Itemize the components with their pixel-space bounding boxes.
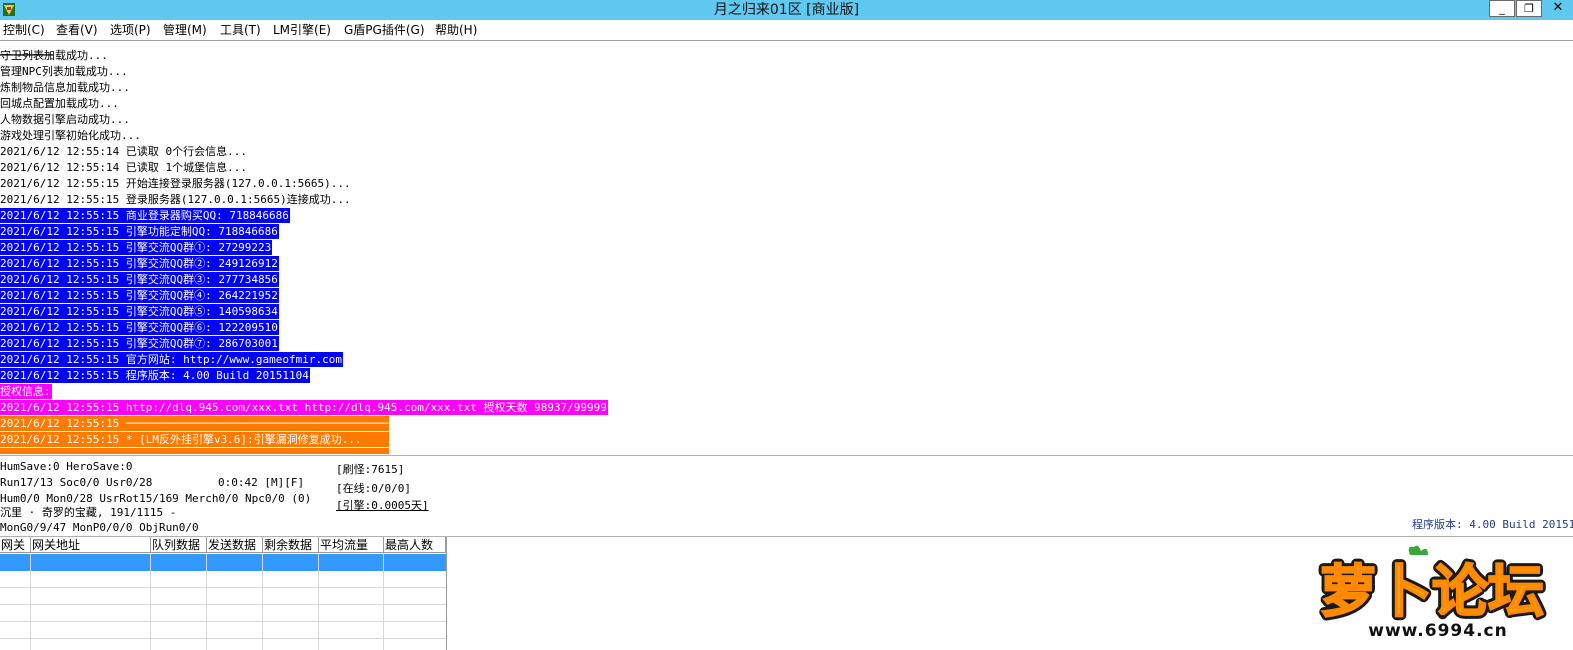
column-header-avg-traffic[interactable]: 平均流量 <box>319 537 384 553</box>
column-divider <box>318 553 319 650</box>
column-header-gateway-address[interactable]: 网关地址 <box>31 537 151 553</box>
status-refresh-monsters: [刷怪:7615] <box>336 463 405 476</box>
status-engine-days: [引擎:0.0005天] <box>336 499 429 512</box>
watermark-site: www.6994.cn <box>1368 621 1508 641</box>
status-mon: MonG0/9/47 MonP0/0/0 ObjRun0/0 <box>0 521 199 534</box>
log-line: 回城点配置加载成功... <box>0 97 119 110</box>
table-row[interactable] <box>0 571 446 588</box>
menu-manage[interactable]: 管理(M) <box>163 20 207 40</box>
column-header-remaining-data[interactable]: 剩余数据 <box>263 537 319 553</box>
version-label: 程序版本: 4.00 Build 20151 <box>1412 518 1573 531</box>
log-line-highlighted: 2021/6/12 12:55:15 引擎功能定制QQ: 718846686 <box>0 224 279 239</box>
menu-options[interactable]: 选项(P) <box>110 20 151 40</box>
minimize-button[interactable]: _ <box>1489 0 1515 17</box>
log-line: 2021/6/12 12:55:15 开始连接登录服务器(127.0.0.1:5… <box>0 177 351 190</box>
status-run: Run17/13 Soc0/0 Usr0/28 <box>0 476 153 489</box>
status-map: 沉里 · 奇罗的宝藏, 191/1115 - <box>0 506 177 519</box>
menu-view[interactable]: 查看(V) <box>56 20 98 40</box>
log-line-license: 授权信息: <box>0 384 52 399</box>
status-hum: Hum0/0 Mon0/28 UsrRot15/169 Merch0/0 Npc… <box>0 492 312 505</box>
log-line-engine-partial <box>0 448 389 454</box>
maximize-button[interactable]: ❐ <box>1516 0 1542 17</box>
table-row[interactable] <box>0 639 446 650</box>
table-row-selected[interactable] <box>0 554 446 571</box>
log-line: 管理NPC列表加载成功... <box>0 65 128 78</box>
log-line: 2021/6/12 12:55:14 已读取 0个行会信息... <box>0 145 247 158</box>
column-header-gateway[interactable]: 网关 <box>0 537 31 553</box>
log-line-highlighted: 2021/6/12 12:55:15 引擎交流QQ群②: 249126912 <box>0 256 279 271</box>
log-line-highlighted: 2021/6/12 12:55:15 引擎交流QQ群⑥: 122209510 <box>0 320 279 335</box>
log-line: 炼制物品信息加载成功... <box>0 81 130 94</box>
server-log[interactable]: ▁▁▁▁▁▁▁▁ 守卫列表加载成功... 管理NPC列表加载成功... 炼制物品… <box>0 42 1573 454</box>
log-line: 人物数据引擎启动成功... <box>0 113 130 126</box>
log-line-highlighted: 2021/6/12 12:55:15 引擎交流QQ群③: 277734856 <box>0 272 279 287</box>
menu-gshield-plugin[interactable]: G盾PG插件(G) <box>344 20 425 40</box>
column-divider <box>383 553 384 650</box>
menu-tools[interactable]: 工具(T) <box>220 20 261 40</box>
log-line-highlighted: 2021/6/12 12:55:15 引擎交流QQ群①: 27299223 <box>0 240 273 255</box>
log-line-license: 2021/6/12 12:55:15 http://dlq.945.com/xx… <box>0 400 608 415</box>
menu-control[interactable]: 控制(C) <box>3 20 45 40</box>
table-row[interactable] <box>0 588 446 605</box>
close-button[interactable]: ✕ <box>1543 0 1573 17</box>
log-line: 守卫列表加载成功... <box>0 49 108 62</box>
table-row[interactable] <box>0 605 446 622</box>
column-header-queue-data[interactable]: 队列数据 <box>151 537 207 553</box>
log-line: 2021/6/12 12:55:14 已读取 1个城堡信息... <box>0 161 247 174</box>
title-bar: 月之归来01区 [商业版] _ ❐ ✕ <box>0 0 1573 20</box>
watermark-logo: 萝卜论坛 萝卜论坛 www.6994.cn <box>1316 545 1573 650</box>
menu-lm-engine[interactable]: LM引擎(E) <box>273 20 331 40</box>
log-line-highlighted: 2021/6/12 12:55:15 程序版本: 4.00 Build 2015… <box>0 368 310 383</box>
log-line: 2021/6/12 12:55:15 登录服务器(127.0.0.1:5665)… <box>0 193 351 206</box>
log-line-highlighted: 2021/6/12 12:55:15 引擎交流QQ群⑦: 286703001 <box>0 336 279 351</box>
log-line-highlighted: 2021/6/12 12:55:15 引擎交流QQ群⑤: 140598634 <box>0 304 279 319</box>
status-save: HumSave:0 HeroSave:0 <box>0 460 133 473</box>
status-panel: HumSave:0 HeroSave:0 Run17/13 Soc0/0 Usr… <box>0 455 1573 537</box>
window-title: 月之归来01区 [商业版] <box>713 2 860 18</box>
column-divider <box>262 553 263 650</box>
menu-help[interactable]: 帮助(H) <box>435 20 477 40</box>
log-line-highlighted: 2021/6/12 12:55:15 商业登录器购买QQ: 718846686 <box>0 208 290 223</box>
gateway-table[interactable]: 网关 网关地址 队列数据 发送数据 剩余数据 平均流量 最高人数 <box>0 537 447 650</box>
watermark-brand-logo: 萝卜论坛 萝卜论坛 <box>1316 545 1548 629</box>
column-header-sent-data[interactable]: 发送数据 <box>207 537 263 553</box>
status-timer: 0:0:42 [M][F] <box>218 476 305 489</box>
log-line-engine: 2021/6/12 12:55:15 * [LM反外挂引擎v3.6]:引擎漏洞修… <box>0 432 389 447</box>
menu-bar: 控制(C) 查看(V) 选项(P) 管理(M) 工具(T) LM引擎(E) G盾… <box>0 20 1573 41</box>
column-divider <box>206 553 207 650</box>
table-row[interactable] <box>0 622 446 639</box>
log-line-highlighted: 2021/6/12 12:55:15 官方网站: http://www.game… <box>0 352 344 367</box>
status-online: [在线:0/0/0] <box>336 482 411 495</box>
log-line-engine: 2021/6/12 12:55:15 ─────────────────────… <box>0 416 391 431</box>
column-divider <box>30 553 31 650</box>
log-line-highlighted: 2021/6/12 12:55:15 引擎交流QQ群④: 264221952 <box>0 288 279 303</box>
column-divider <box>150 553 151 650</box>
svg-text:萝卜论坛: 萝卜论坛 <box>1320 560 1544 625</box>
log-line: 游戏处理引擎初始化成功... <box>0 129 141 142</box>
column-header-max-users[interactable]: 最高人数 <box>384 537 446 553</box>
